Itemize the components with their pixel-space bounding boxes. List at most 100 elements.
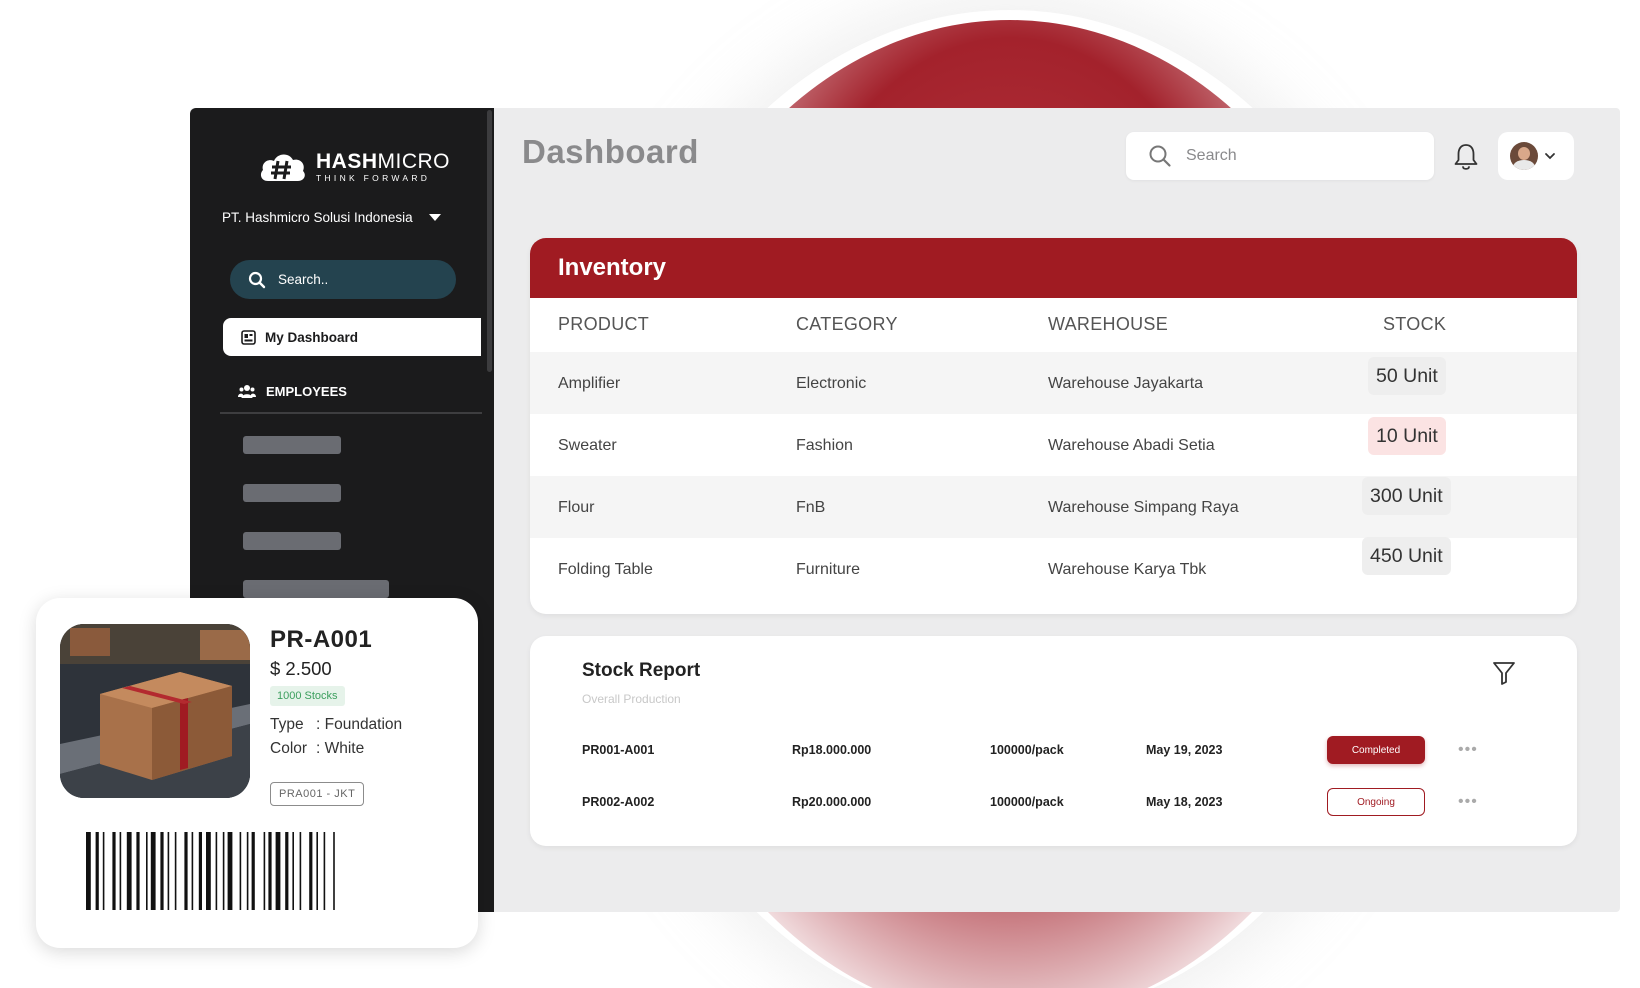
profile-menu[interactable]	[1498, 132, 1574, 180]
sidebar-placeholder-item[interactable]	[243, 532, 341, 550]
search-icon	[1149, 145, 1171, 167]
more-icon[interactable]: •••	[1458, 741, 1478, 759]
report-id: PR002-A002	[582, 795, 655, 809]
company-selector[interactable]: PT. Hashmicro Solusi Indonesia	[222, 210, 441, 225]
barcode-bar	[275, 832, 281, 910]
stock-badge: 300 Unit	[1362, 477, 1451, 515]
barcode-bar	[251, 832, 255, 910]
barcode-bar	[150, 832, 156, 910]
barcode-bar	[174, 832, 177, 910]
column-header-product[interactable]: PRODUCT	[558, 314, 649, 335]
cell-warehouse: Warehouse Jayakarta	[1048, 375, 1204, 392]
sidebar-scrollbar[interactable]	[487, 110, 492, 372]
stock-badge: 10 Unit	[1368, 417, 1446, 455]
stock-report-card: Stock Report Overall Production PR001-A0…	[530, 636, 1577, 846]
cell-warehouse: Warehouse Simpang Raya	[1048, 499, 1239, 516]
barcode-bar	[268, 832, 272, 910]
barcode-bar	[246, 832, 249, 910]
product-color: Color: White	[270, 740, 364, 758]
report-row[interactable]: PR002-A002 Rp20.000.000 100000/pack May …	[530, 788, 1577, 818]
table-row[interactable]: Flour FnB Warehouse Simpang Raya 300 Uni…	[530, 476, 1577, 538]
column-header-warehouse[interactable]: WAREHOUSE	[1048, 314, 1168, 335]
cell-category: FnB	[796, 499, 826, 516]
barcode-bar	[198, 832, 202, 910]
barcode-bar	[333, 832, 335, 910]
barcode-bar	[285, 832, 289, 910]
report-id: PR001-A001	[582, 743, 655, 757]
sidebar-placeholder-item[interactable]	[243, 484, 341, 502]
barcode-bar	[184, 832, 188, 910]
bell-icon[interactable]	[1452, 142, 1480, 172]
column-header-stock[interactable]: STOCK	[1383, 314, 1446, 335]
status-badge[interactable]: Ongoing	[1327, 788, 1425, 816]
cell-product: Amplifier	[558, 375, 621, 392]
barcode-bar	[112, 832, 116, 910]
brand-tagline: THINK FORWARD	[316, 173, 431, 184]
search-input[interactable]	[1186, 147, 1386, 165]
barcode-bar	[126, 832, 132, 910]
barcode-bar	[263, 832, 266, 910]
page-title: Dashboard	[522, 133, 699, 170]
dashboard-icon	[241, 329, 256, 345]
sidebar-item-my-dashboard[interactable]: My Dashboard	[223, 318, 481, 356]
barcode-bar	[119, 832, 122, 910]
sidebar-placeholder-item[interactable]	[243, 580, 389, 598]
product-tag: PRA001 - JKT	[270, 782, 365, 806]
report-qty: 100000/pack	[990, 795, 1064, 809]
product-image	[60, 624, 250, 798]
sidebar-divider	[220, 412, 482, 414]
brand-logo[interactable]: HASHMICRO THINK FORWARD	[258, 147, 450, 187]
cell-category: Furniture	[796, 561, 861, 578]
status-badge[interactable]: Completed	[1327, 736, 1425, 764]
barcode-bar	[309, 832, 313, 910]
sidebar-search-placeholder: Search..	[278, 272, 329, 287]
sidebar-search[interactable]: Search..	[230, 260, 456, 299]
more-icon[interactable]: •••	[1458, 793, 1478, 811]
barcode-bar	[95, 832, 99, 910]
sidebar-section-employees[interactable]: EMPLOYEES	[238, 383, 347, 399]
barcode-bar	[222, 832, 225, 910]
cell-product: Flour	[558, 499, 595, 516]
sidebar-section-label: EMPLOYEES	[266, 383, 347, 399]
hashmicro-logo-icon	[260, 154, 305, 181]
report-date: May 19, 2023	[1146, 743, 1223, 757]
barcode-bar	[167, 832, 170, 910]
sidebar-item-label: My Dashboard	[265, 329, 359, 345]
column-header-category[interactable]: CATEGORY	[796, 314, 898, 335]
table-row[interactable]: Sweater Fashion Warehouse Abadi Setia 10…	[530, 414, 1577, 476]
barcode-bar	[191, 832, 194, 910]
product-type-label: Type	[270, 716, 304, 733]
company-name: PT. Hashmicro Solusi Indonesia	[222, 210, 413, 225]
report-row[interactable]: PR001-A001 Rp18.000.000 100000/pack May …	[530, 736, 1577, 766]
stage: HASHMICRO THINK FORWARD PT. Hashmicro So…	[0, 0, 1640, 988]
barcode-bar	[206, 832, 211, 910]
filter-icon[interactable]	[1492, 660, 1516, 686]
product-type-value: : Foundation	[316, 716, 403, 733]
stock-badge: 50 Unit	[1368, 357, 1446, 395]
report-amount: Rp20.000.000	[792, 795, 872, 809]
product-card[interactable]: PR-A001 $ 2.500 1000 Stocks Type: Founda…	[36, 598, 478, 948]
header-search[interactable]	[1126, 132, 1434, 180]
barcode-bar	[299, 832, 302, 910]
cell-warehouse: Warehouse Karya Tbk	[1048, 561, 1207, 578]
chevron-down-icon	[428, 214, 441, 221]
barcode-bar	[160, 832, 164, 910]
sidebar-placeholder-item[interactable]	[243, 436, 341, 454]
stock-report-subtitle: Overall Production	[582, 692, 681, 706]
inventory-card: Inventory PRODUCT CATEGORY WAREHOUSE STO…	[530, 238, 1577, 614]
report-date: May 18, 2023	[1146, 795, 1223, 809]
stock-count-badge: 1000 Stocks	[270, 686, 345, 706]
report-amount: Rp18.000.000	[792, 743, 872, 757]
table-row[interactable]: Amplifier Electronic Warehouse Jayakarta…	[530, 352, 1577, 414]
barcode-bar	[136, 832, 140, 910]
product-color-label: Color	[270, 740, 308, 757]
barcode-bar	[316, 832, 318, 910]
barcode-bar	[227, 832, 233, 910]
product-photo	[60, 624, 250, 798]
stock-report-title: Stock Report	[582, 660, 701, 681]
barcode-bar	[215, 832, 218, 910]
table-row[interactable]: Folding Table Furniture Warehouse Karya …	[530, 537, 1577, 600]
inventory-title: Inventory	[530, 238, 1577, 298]
product-price: $ 2.500	[270, 658, 332, 679]
chevron-down-icon	[1545, 153, 1555, 160]
